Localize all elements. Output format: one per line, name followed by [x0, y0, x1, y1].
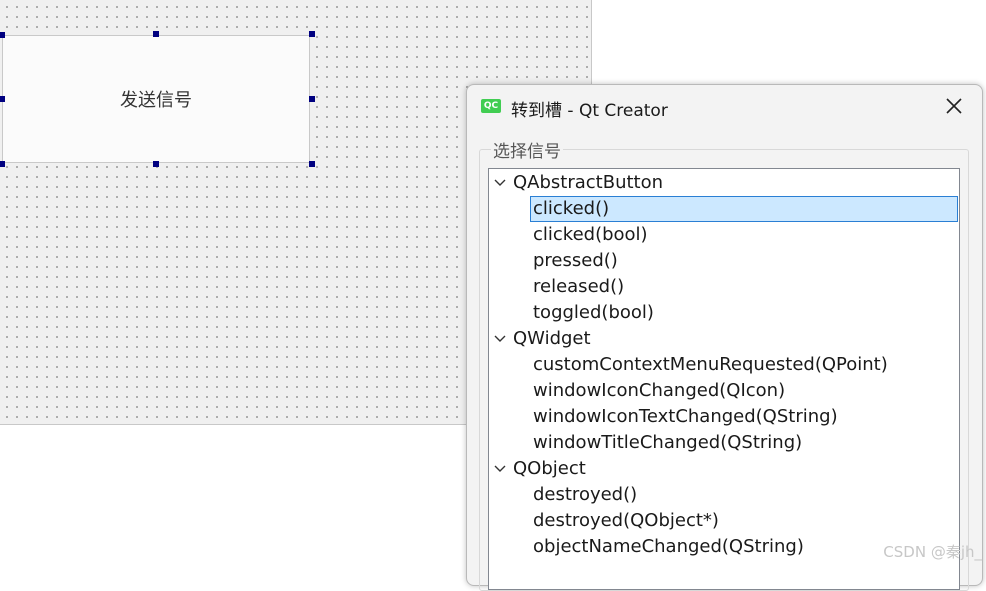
tree-item-window-icon-text-changed[interactable]: windowIconTextChanged(QString): [489, 404, 959, 430]
resize-handle-bottom-right[interactable]: [309, 161, 315, 167]
chevron-down-icon[interactable]: [494, 178, 506, 188]
tree-item-toggled-bool[interactable]: toggled(bool): [489, 300, 959, 326]
chevron-down-icon[interactable]: [494, 464, 506, 474]
tree-item-label: customContextMenuRequested(QPoint): [533, 354, 888, 375]
resize-handle-bottom-left[interactable]: [0, 161, 5, 167]
tree-item-label: windowTitleChanged(QString): [533, 432, 803, 453]
resize-handle-bottom[interactable]: [153, 161, 159, 167]
tree-item-custom-context-menu-requested[interactable]: customContextMenuRequested(QPoint): [489, 352, 959, 378]
tree-item-clicked-bool[interactable]: clicked(bool): [489, 222, 959, 248]
watermark: CSDN @秦jh_: [883, 543, 982, 561]
resize-handle-top[interactable]: [153, 31, 159, 37]
dialog-title: 转到槽 - Qt Creator: [511, 101, 668, 121]
tree-item-released[interactable]: released(): [489, 274, 959, 300]
close-icon: [946, 98, 962, 114]
tree-item-label: QObject: [513, 458, 586, 479]
tree-group-qwidget[interactable]: QWidget: [489, 326, 959, 352]
tree-item-pressed[interactable]: pressed(): [489, 248, 959, 274]
resize-handle-left[interactable]: [0, 96, 5, 102]
tree-item-label: destroyed(QObject*): [533, 510, 719, 531]
tree-item-label: objectNameChanged(QString): [533, 536, 804, 557]
tree-item-label: windowIconTextChanged(QString): [533, 406, 838, 427]
tree-item-label: QWidget: [513, 328, 591, 349]
tree-group-qabstractbutton[interactable]: QAbstractButton: [489, 170, 959, 196]
tree-item-label: toggled(bool): [533, 302, 654, 323]
qt-creator-icon: QC: [481, 99, 501, 113]
tree-item-clicked[interactable]: clicked(): [489, 196, 959, 222]
tree-item-label: windowIconChanged(QIcon): [533, 380, 786, 401]
resize-handle-top-left[interactable]: [0, 32, 5, 38]
tree-item-window-icon-changed[interactable]: windowIconChanged(QIcon): [489, 378, 959, 404]
tree-item-destroyed-qobject[interactable]: destroyed(QObject*): [489, 508, 959, 534]
send-signal-button[interactable]: 发送信号: [2, 35, 310, 163]
resize-handle-right[interactable]: [309, 96, 315, 102]
chevron-down-icon[interactable]: [494, 334, 506, 344]
tree-item-destroyed[interactable]: destroyed(): [489, 482, 959, 508]
tree-item-label: clicked(): [533, 198, 610, 219]
close-button[interactable]: [944, 96, 964, 116]
signal-tree[interactable]: QAbstractButton clicked() clicked(bool) …: [488, 168, 960, 590]
resize-handle-top-right[interactable]: [309, 31, 315, 37]
tree-item-label: QAbstractButton: [513, 172, 664, 193]
go-to-slot-dialog: QC 转到槽 - Qt Creator 选择信号 QAbstractButton…: [466, 84, 983, 591]
tree-item-window-title-changed[interactable]: windowTitleChanged(QString): [489, 430, 959, 456]
select-signal-label: 选择信号: [491, 137, 563, 162]
tree-item-label: clicked(bool): [533, 224, 648, 245]
tree-item-label: released(): [533, 276, 625, 297]
send-signal-button-label: 发送信号: [120, 90, 192, 111]
title-bar[interactable]: QC 转到槽 - Qt Creator: [467, 85, 982, 127]
tree-item-label: pressed(): [533, 250, 618, 271]
tree-group-qobject[interactable]: QObject: [489, 456, 959, 482]
tree-item-label: destroyed(): [533, 484, 638, 505]
